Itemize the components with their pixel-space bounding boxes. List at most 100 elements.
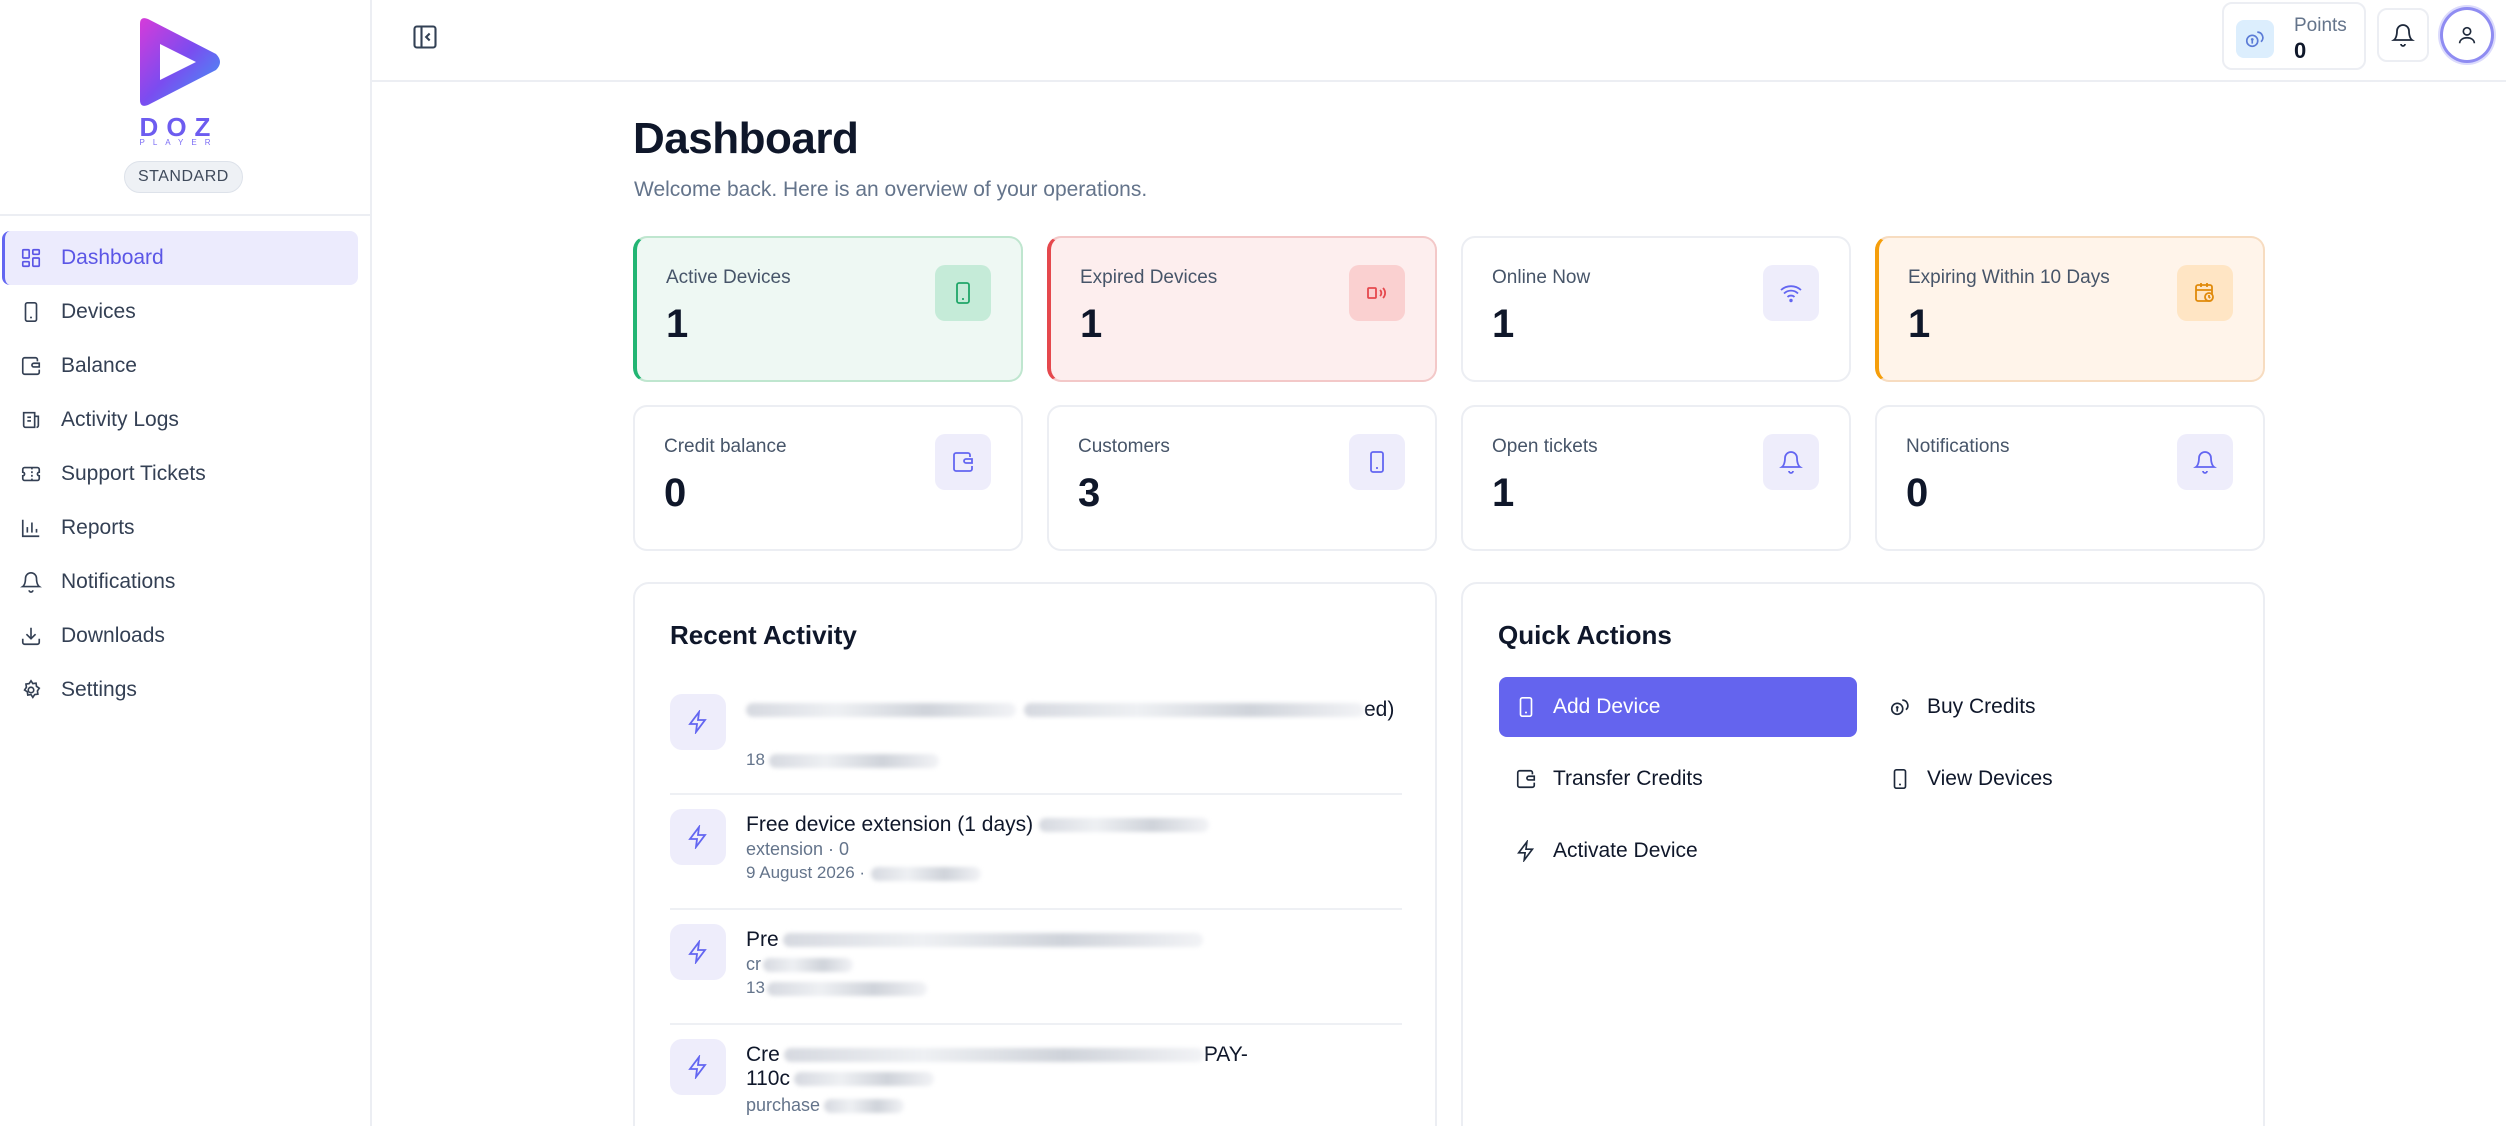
user-avatar-button[interactable]	[2440, 7, 2494, 63]
wallet-icon	[21, 356, 41, 376]
sidebar-nav: Dashboard Devices Balance Activity Logs …	[0, 231, 370, 717]
buy-credits-button[interactable]: Buy Credits	[1873, 677, 2231, 737]
list-item[interactable]: Cre PAY- 110c purchase	[670, 1025, 1402, 1126]
stat-card-active-devices[interactable]: Active Devices 1	[633, 236, 1023, 382]
sidebar-item-label: Devices	[61, 300, 136, 323]
logs-icon	[22, 411, 40, 429]
activity-subtitle-text: cr	[746, 954, 761, 974]
user-icon	[2458, 26, 2476, 44]
stat-card-customers[interactable]: Customers 3	[1047, 405, 1437, 551]
sidebar-item-support-tickets[interactable]: Support Tickets	[2, 447, 358, 501]
bolt-icon	[670, 924, 726, 980]
wallet-icon	[935, 434, 991, 490]
sidebar-item-label: Reports	[61, 516, 135, 539]
stat-label: Online Now	[1492, 267, 1591, 288]
bell-icon	[20, 572, 42, 593]
sidebar: DOZ PLAYER STANDARD Dashboard Devices Ba…	[0, 0, 372, 1126]
sidebar-item-label: Dashboard	[61, 246, 164, 269]
sidebar-item-label: Notifications	[61, 570, 176, 593]
activity-title: Pre	[746, 928, 1396, 952]
stat-value: 1	[1492, 471, 1515, 515]
stat-label: Notifications	[1906, 436, 2010, 457]
notifications-button[interactable]	[2377, 8, 2429, 62]
quick-actions-panel: Quick Actions Add Device Buy Credits Tra…	[1461, 582, 2265, 1126]
activity-date: 9 August 2026 ·	[746, 863, 982, 883]
points-widget[interactable]: Points 0	[2222, 2, 2366, 70]
wallet-icon	[1516, 769, 1536, 789]
button-label: Activate Device	[1553, 839, 1698, 862]
stat-card-notifications[interactable]: Notifications 0	[1875, 405, 2265, 551]
sidebar-item-label: Settings	[61, 678, 137, 701]
bell-icon	[1763, 434, 1819, 490]
button-label: View Devices	[1927, 767, 2053, 790]
stat-label: Active Devices	[666, 267, 791, 288]
stat-card-expired-devices[interactable]: Expired Devices 1	[1047, 236, 1437, 382]
sidebar-item-label: Activity Logs	[61, 408, 179, 431]
sidebar-item-label: Downloads	[61, 624, 165, 647]
stat-card-open-tickets[interactable]: Open tickets 1	[1461, 405, 1851, 551]
stat-label: Expired Devices	[1080, 267, 1218, 288]
signal-off-icon	[1349, 265, 1405, 321]
activity-subtitle: cr	[746, 954, 853, 975]
logo-subtext: PLAYER	[139, 138, 219, 147]
sidebar-item-label: Support Tickets	[61, 462, 206, 485]
sidebar-item-devices[interactable]: Devices	[2, 285, 358, 339]
sidebar-item-notifications[interactable]: Notifications	[2, 555, 358, 609]
bell-icon	[2391, 24, 2415, 47]
button-label: Add Device	[1553, 695, 1661, 718]
list-item[interactable]: Free device extension (1 days) extension…	[670, 795, 1402, 910]
sidebar-item-balance[interactable]: Balance	[2, 339, 358, 393]
activity-title: ed)	[746, 698, 1396, 722]
doz-player-logo[interactable]	[134, 16, 224, 108]
stat-label: Expiring Within 10 Days	[1908, 267, 2110, 288]
list-item[interactable]: ed) 18	[670, 680, 1402, 795]
activity-date-text: 18	[746, 750, 765, 769]
activity-date-text: 9 August 2026 ·	[746, 863, 866, 882]
chart-icon	[21, 519, 40, 538]
sidebar-item-reports[interactable]: Reports	[2, 501, 358, 555]
sidebar-item-activity-logs[interactable]: Activity Logs	[2, 393, 358, 447]
activity-title-tail: ed)	[1364, 698, 1395, 721]
stat-value: 1	[666, 302, 689, 346]
bolt-icon	[1517, 840, 1535, 862]
activate-device-button[interactable]: Activate Device	[1499, 821, 1857, 881]
button-label: Buy Credits	[1927, 695, 2036, 718]
sidebar-item-dashboard[interactable]: Dashboard	[2, 231, 358, 285]
stat-label: Customers	[1078, 436, 1170, 457]
activity-date: 13	[746, 978, 927, 998]
sidebar-item-settings[interactable]: Settings	[2, 663, 358, 717]
sidebar-item-label: Balance	[61, 354, 137, 377]
activity-date: 18	[746, 750, 939, 770]
brand-area: DOZ PLAYER STANDARD	[0, 0, 370, 216]
points-label: Points	[2294, 15, 2347, 36]
download-icon	[21, 627, 41, 646]
recent-activity-panel: Recent Activity ed) 18 Free device exten…	[633, 582, 1437, 1126]
stat-card-expiring-soon[interactable]: Expiring Within 10 Days 1	[1875, 236, 2265, 382]
add-device-button[interactable]: Add Device	[1499, 677, 1857, 737]
activity-title-text: Free device extension (1 days)	[746, 813, 1034, 836]
sidebar-toggle-button[interactable]	[408, 20, 442, 54]
activity-title-text: Cre	[746, 1043, 780, 1066]
view-devices-button[interactable]: View Devices	[1873, 749, 2231, 809]
transfer-credits-button[interactable]: Transfer Credits	[1499, 749, 1857, 809]
button-label: Transfer Credits	[1553, 767, 1703, 790]
activity-subtitle: extension · 0	[746, 839, 850, 859]
sidebar-item-downloads[interactable]: Downloads	[2, 609, 358, 663]
gear-icon	[23, 679, 41, 699]
stat-label: Credit balance	[664, 436, 787, 457]
stat-value: 1	[1908, 302, 1931, 346]
tablet-icon	[1349, 434, 1405, 490]
activity-title: Free device extension (1 days)	[746, 813, 1396, 837]
stat-card-credit-balance[interactable]: Credit balance 0	[633, 405, 1023, 551]
stat-value: 3	[1078, 471, 1101, 515]
activity-title-text: Pre	[746, 928, 779, 951]
activity-date-text: 13	[746, 978, 765, 997]
plan-badge: STANDARD	[124, 161, 243, 193]
bell-icon	[2177, 434, 2233, 490]
tablet-icon	[1893, 769, 1907, 789]
stat-value: 0	[1906, 471, 1929, 515]
stat-label: Open tickets	[1492, 436, 1598, 457]
wifi-icon	[1763, 265, 1819, 321]
list-item[interactable]: Pre cr 13	[670, 910, 1402, 1025]
stat-card-online-now[interactable]: Online Now 1	[1461, 236, 1851, 382]
